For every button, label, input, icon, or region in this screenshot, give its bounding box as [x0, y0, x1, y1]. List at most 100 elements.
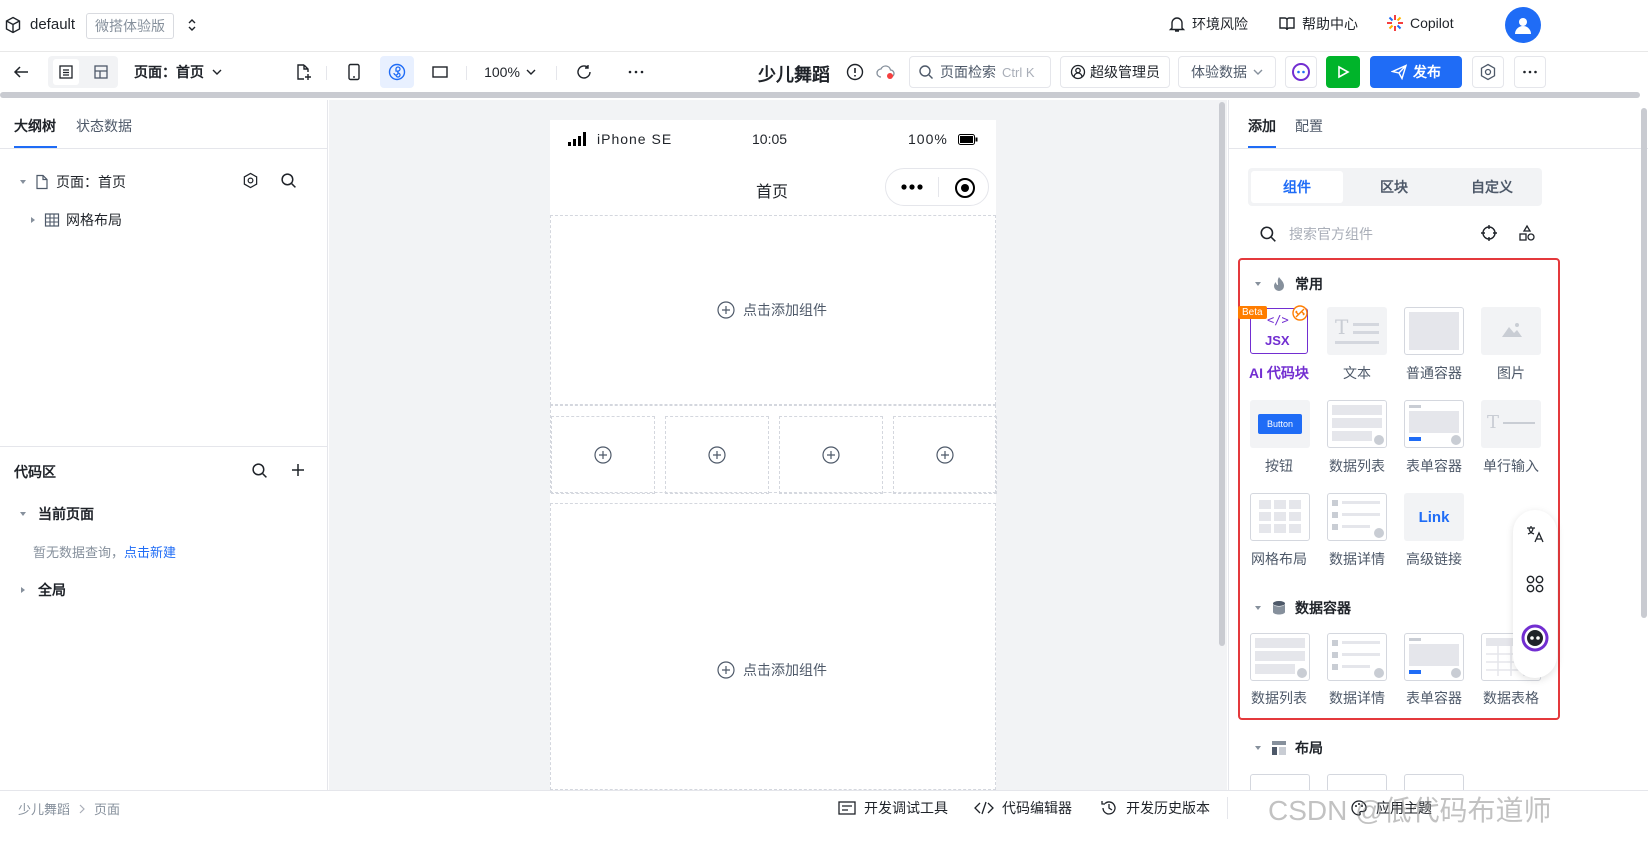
form-container-tile[interactable] [1404, 400, 1464, 448]
breadcrumb-page[interactable]: 页面 [94, 799, 120, 818]
refresh-icon[interactable] [570, 56, 598, 88]
pc-view-icon[interactable] [426, 56, 454, 88]
caret-down-icon [1253, 279, 1263, 289]
caret-down-icon [18, 509, 28, 519]
data-mode-select[interactable]: 体验数据 [1178, 56, 1276, 88]
component-search-input[interactable]: 搜索官方组件 [1259, 224, 1373, 244]
drop-zone-bottom[interactable]: 点击添加组件 [550, 503, 996, 790]
create-query-link[interactable]: 点击新建 [124, 545, 176, 560]
zoom-select[interactable]: 100% [480, 56, 540, 88]
battery-icon [958, 134, 978, 145]
dc-data-detail-tile[interactable] [1327, 633, 1387, 681]
segment-components[interactable]: 组件 [1251, 171, 1343, 203]
publish-label: 发布 [1413, 64, 1441, 80]
dc-data-list-tile[interactable] [1250, 633, 1310, 681]
view-switch [48, 56, 118, 88]
caret-right-icon[interactable] [28, 215, 38, 225]
app-name[interactable]: default [30, 16, 75, 33]
locate-icon[interactable] [1480, 224, 1498, 242]
mobile-view-icon[interactable] [340, 56, 368, 88]
layout-tile-partial[interactable] [1250, 774, 1310, 790]
devtools-button[interactable]: 开发调试工具 [838, 798, 948, 818]
drop-zone-top[interactable]: 点击添加组件 [550, 215, 996, 405]
info-icon[interactable] [842, 56, 868, 88]
copilot-sparkle-icon [1386, 14, 1404, 32]
new-page-icon[interactable] [290, 56, 316, 88]
page-search-input[interactable]: 页面检索 Ctrl K [909, 56, 1051, 88]
grid-cell[interactable] [665, 416, 769, 494]
grid-cell[interactable] [779, 416, 883, 494]
cloud-sync-icon[interactable] [872, 56, 900, 88]
role-selector[interactable]: 超级管理员 [1060, 56, 1170, 88]
container-component-tile[interactable] [1404, 307, 1464, 355]
add-query-icon[interactable] [290, 462, 306, 478]
tab-outline-tree[interactable]: 大纲树 [14, 116, 56, 136]
section-data-container-header[interactable]: 数据容器 [1253, 598, 1351, 618]
translate-icon[interactable] [1525, 524, 1545, 544]
assistant-bot-icon[interactable] [1521, 624, 1549, 652]
grid-layout-tile[interactable] [1250, 493, 1310, 541]
segment-custom[interactable]: 自定义 [1446, 171, 1538, 203]
data-detail-tile[interactable] [1327, 493, 1387, 541]
grid-cell[interactable] [551, 416, 655, 494]
container-component-label: 普通容器 [1406, 365, 1462, 381]
data-mode-label: 体验数据 [1191, 64, 1247, 80]
help-center-button[interactable]: 帮助中心 [1278, 14, 1358, 34]
link-sample: Link [1418, 508, 1450, 526]
button-component-tile[interactable]: Button [1250, 400, 1310, 448]
advanced-link-label: 高级链接 [1406, 551, 1462, 567]
canvas-scrollbar[interactable] [1219, 102, 1225, 646]
right-panel-scrollbar[interactable] [1641, 108, 1647, 618]
caret-down-icon[interactable] [18, 177, 28, 187]
current-page-section[interactable]: 当前页面 [18, 504, 94, 524]
page-settings-icon[interactable] [242, 172, 259, 189]
layout-tile-partial[interactable] [1404, 774, 1464, 790]
switch-app-icon[interactable] [186, 16, 198, 34]
tab-config[interactable]: 配置 [1295, 116, 1323, 136]
more-dots-icon[interactable] [900, 181, 924, 193]
env-risk-button[interactable]: 环境风险 [1168, 14, 1248, 34]
add-component-prompt[interactable]: 点击添加组件 [717, 660, 827, 680]
code-search-icon[interactable] [251, 462, 268, 479]
miniprogram-view-icon[interactable] [380, 56, 414, 88]
global-section[interactable]: 全局 [18, 580, 66, 600]
page-selector[interactable]: 页面：首页 [134, 56, 234, 88]
breadcrumb-app[interactable]: 少儿舞蹈 [18, 799, 70, 818]
advanced-link-tile[interactable]: Link [1404, 493, 1464, 541]
copilot-button[interactable]: Copilot [1386, 14, 1454, 32]
more-menu-icon[interactable] [1514, 56, 1546, 88]
tree-node-page[interactable]: 页面：首页 [18, 172, 126, 192]
shapes-icon[interactable] [1518, 224, 1536, 242]
layout-tile-partial[interactable] [1327, 774, 1387, 790]
add-component-prompt[interactable]: 点击添加组件 [717, 300, 827, 320]
tab-add[interactable]: 添加 [1248, 116, 1276, 136]
publish-button[interactable]: 发布 [1370, 56, 1462, 88]
layout-icon[interactable] [88, 59, 114, 85]
section-common-header[interactable]: 常用 [1253, 274, 1323, 294]
data-list-tile[interactable] [1327, 400, 1387, 448]
segment-blocks[interactable]: 区块 [1348, 171, 1440, 203]
grid-cell[interactable] [893, 416, 997, 494]
single-input-tile[interactable]: T [1481, 400, 1541, 448]
apps-icon[interactable] [1525, 574, 1545, 594]
form-container-label: 表单容器 [1406, 458, 1462, 474]
history-button[interactable]: 开发历史版本 [1100, 798, 1210, 818]
section-layout-header[interactable]: 布局 [1253, 738, 1323, 758]
more-icon[interactable] [622, 56, 650, 88]
tab-state-data[interactable]: 状态数据 [76, 116, 132, 136]
preview-play-button[interactable] [1326, 56, 1360, 88]
code-editor-button[interactable]: 代码编辑器 [974, 798, 1072, 818]
settings-icon[interactable] [1472, 56, 1504, 88]
dc-form-container-tile[interactable] [1404, 633, 1464, 681]
ai-bot-icon[interactable] [1285, 56, 1317, 88]
close-target-icon[interactable] [954, 177, 976, 199]
tree-node-grid[interactable]: 网格布局 [28, 210, 122, 230]
horizontal-scrollbar[interactable] [0, 92, 1640, 98]
user-avatar[interactable] [1505, 7, 1541, 43]
zoom-label: 100% [484, 64, 520, 80]
image-component-tile[interactable] [1481, 307, 1541, 355]
text-component-tile[interactable]: T [1327, 307, 1387, 355]
tree-search-icon[interactable] [280, 172, 297, 189]
back-arrow-icon[interactable] [8, 56, 34, 88]
page-list-icon[interactable] [53, 59, 79, 85]
